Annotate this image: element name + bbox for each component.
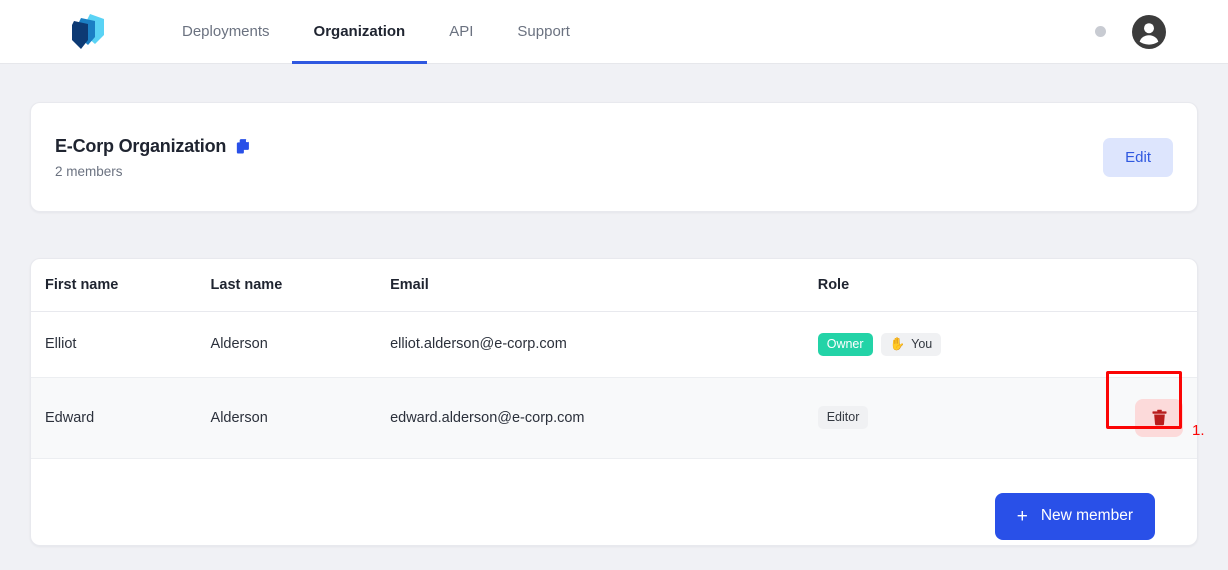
edit-button[interactable]: Edit [1103,137,1173,177]
members-table: First name Last name Email Role Elliot A… [31,259,1197,459]
column-header-last-name: Last name [210,259,391,312]
delete-member-button[interactable] [1135,398,1183,437]
annotation-step-number: 1. [1192,422,1205,439]
tab-api-label: API [449,23,474,40]
plus-icon: + [1016,505,1028,527]
table-row[interactable]: Edward Alderson edward.alderson@e-corp.c… [31,377,1197,459]
role-badges: Editor [817,406,1111,429]
organization-title-row: E-Corp Organization [55,136,253,157]
column-header-actions [1110,259,1197,312]
organization-info: E-Corp Organization 2 members [55,136,253,179]
page-title: E-Corp Organization [55,135,227,156]
account-avatar[interactable] [1132,14,1166,49]
cell-actions [1110,311,1197,378]
page-content: E-Corp Organization 2 members Edit First… [0,102,1228,546]
raised-hand-icon: ✋ [889,337,906,351]
status-badge-owner: Owner [817,333,873,356]
cell-first-name: Edward [31,377,211,459]
members-table-body: Elliot Alderson elliot.alderson@e-corp.c… [31,311,1197,459]
status-dot-icon [1095,26,1106,37]
column-header-first-name: First name [31,259,211,312]
column-header-email: Email [390,259,818,312]
members-count: 2 members [55,163,123,179]
nav-tabs: Deployments Organization API Support [160,0,592,64]
cell-email: edward.alderson@e-corp.com [390,377,818,459]
tab-deployments[interactable]: Deployments [160,0,292,64]
cell-last-name: Alderson [210,377,391,459]
cell-email: elliot.alderson@e-corp.com [390,311,818,378]
table-row[interactable]: Elliot Alderson elliot.alderson@e-corp.c… [31,311,1197,378]
top-navigation-bar: Deployments Organization API Support [0,0,1228,64]
cell-role: Editor [817,377,1111,459]
trash-icon [1151,409,1167,426]
tab-api[interactable]: API [427,0,495,64]
organization-card: E-Corp Organization 2 members Edit [30,102,1198,212]
status-badge-you-label: You [911,337,933,351]
tab-organization-label: Organization [313,23,406,40]
members-card: First name Last name Email Role Elliot A… [30,258,1198,546]
members-table-head: First name Last name Email Role [31,259,1197,312]
cell-last-name: Alderson [210,311,391,378]
tab-deployments-label: Deployments [182,23,270,40]
cell-role: Owner ✋ You [817,311,1111,378]
user-icon [1139,22,1159,45]
members-table-footer: + New member [31,459,1197,546]
cell-first-name: Elliot [31,311,211,378]
tab-organization[interactable]: Organization [291,0,428,64]
app-logo[interactable] [68,10,108,54]
role-badges: Owner ✋ You [817,333,1111,356]
add-member-button-label: New member [1040,507,1133,524]
cell-actions [1110,377,1197,459]
tab-support-label: Support [517,23,570,40]
tab-support[interactable]: Support [495,0,592,64]
top-right-actions [1095,14,1166,49]
copy-icon[interactable] [234,137,253,156]
status-badge-editor: Editor [817,406,869,429]
column-header-role: Role [817,259,1111,312]
status-badge-you: ✋ You [880,333,942,356]
table-header-row: First name Last name Email Role [31,259,1197,312]
add-member-button[interactable]: + New member [994,492,1155,540]
